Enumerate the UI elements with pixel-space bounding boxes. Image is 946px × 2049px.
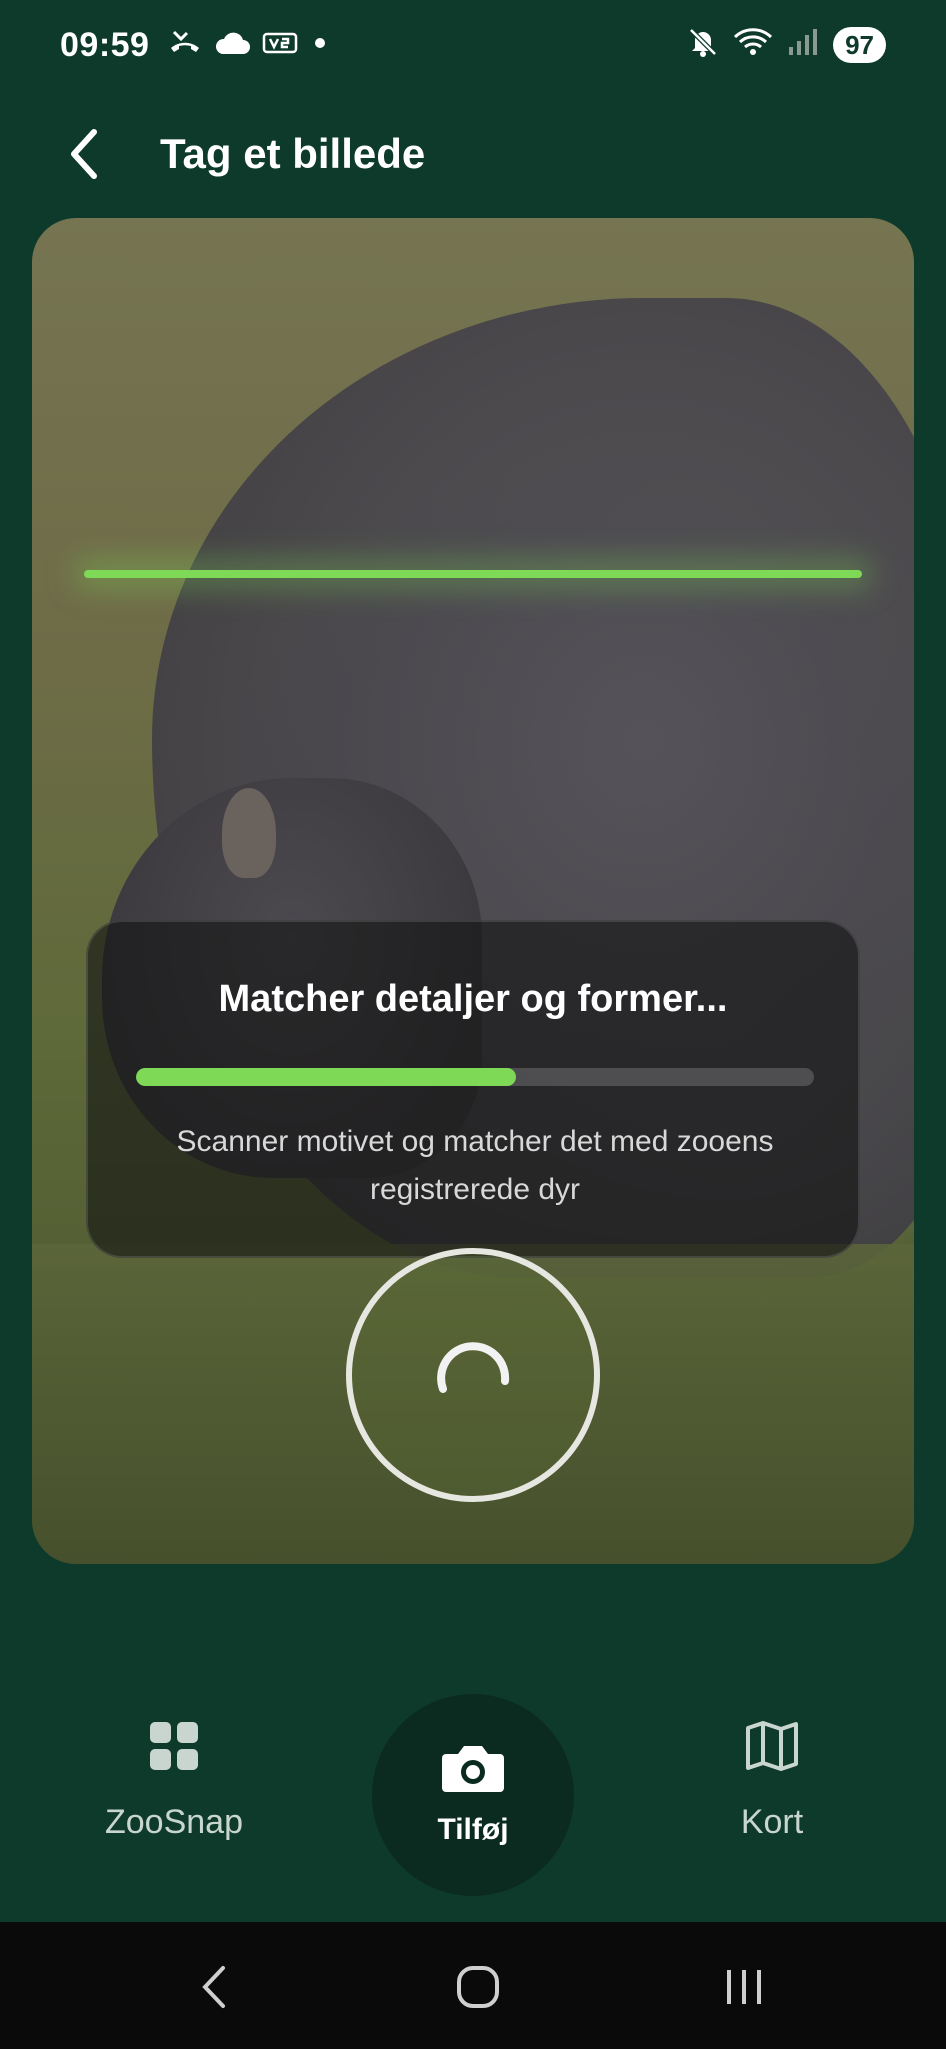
system-back-icon: [202, 1966, 225, 2008]
status-right-icons: 97: [687, 26, 886, 63]
camera-icon: [442, 1746, 504, 1792]
loading-spinner-icon: [437, 1342, 510, 1393]
shutter-button[interactable]: [346, 1248, 600, 1502]
system-recents-button[interactable]: [714, 1962, 774, 2012]
nav-label-zoosnap: ZooSnap: [105, 1803, 243, 1841]
missed-call-icon: [168, 28, 202, 63]
nav-item-zoosnap[interactable]: ZooSnap: [64, 1720, 284, 1842]
system-back-button[interactable]: [184, 1962, 244, 2012]
scan-progress-title: Matcher detaljer og former...: [218, 978, 728, 1020]
bottom-nav: ZooSnap Tilføj Kort: [0, 1660, 946, 1920]
system-home-icon: [457, 1966, 499, 2008]
system-recents-icon: [727, 1970, 761, 2004]
nav-label-kort: Kort: [740, 1803, 804, 1841]
notification-dot-icon: [310, 33, 330, 58]
scan-progress-track: [136, 1068, 814, 1086]
mute-icon: [687, 26, 719, 63]
scan-progress-description: Scanner motivet og matcher det med zooen…: [176, 1125, 774, 1206]
scan-line: [84, 570, 862, 578]
grid-icon: [150, 1722, 198, 1770]
status-bar: 09:59 97: [0, 0, 946, 92]
cloud-icon: [214, 30, 250, 61]
system-nav-bar: [0, 1922, 946, 2049]
nav-item-kort[interactable]: Kort: [662, 1720, 882, 1842]
nav-label-tilfoj: Tilføj: [437, 1813, 509, 1846]
screen: 09:59 97 Tag et billede Matcher detaljer…: [0, 0, 946, 2049]
voice-over-lte-icon: [262, 30, 298, 61]
chevron-left-icon: [71, 129, 97, 179]
status-left-icons: [168, 28, 330, 63]
status-time: 09:59: [60, 26, 150, 64]
back-button[interactable]: [52, 122, 116, 186]
wifi-icon: [733, 26, 773, 63]
system-home-button[interactable]: [448, 1962, 508, 2012]
app-header: Tag et billede: [0, 110, 946, 200]
hippo-ear: [222, 788, 276, 878]
scan-progress-fill: [136, 1068, 516, 1086]
page-title: Tag et billede: [160, 130, 426, 177]
map-icon: [746, 1721, 798, 1771]
scan-progress-card: Matcher detaljer og former... Scanner mo…: [86, 920, 860, 1258]
nav-item-tilfoj[interactable]: Tilføj: [372, 1694, 574, 1896]
battery-indicator: 97: [833, 26, 886, 63]
signal-icon: [787, 27, 819, 62]
